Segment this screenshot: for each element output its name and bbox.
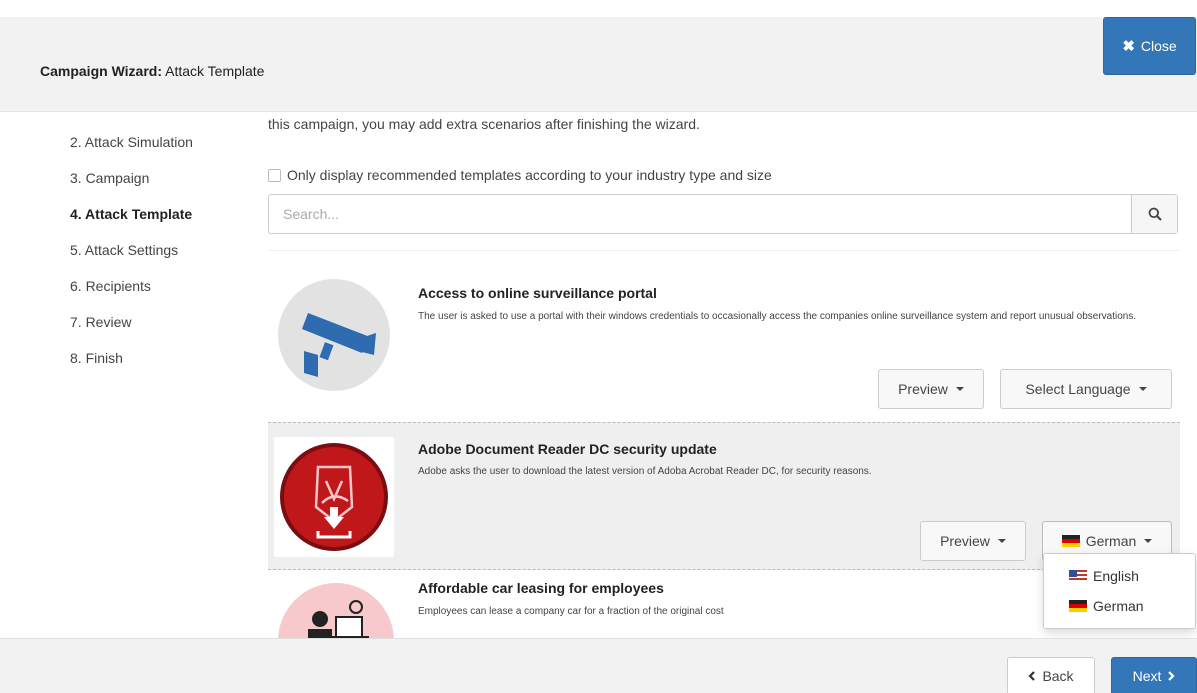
template-title: Affordable car leasing for employees [418,580,664,596]
caret-down-icon [1144,539,1153,543]
language-dropdown-menu: English German [1043,553,1196,629]
search-button[interactable] [1131,195,1177,233]
select-language-button[interactable]: Select Language [1000,369,1172,409]
chevron-left-icon [1028,671,1036,681]
us-flag-icon [1069,570,1087,582]
template-thumbnail [274,437,394,557]
page-title-prefix: Campaign Wizard: [40,63,162,79]
template-card-surveillance[interactable]: Access to online surveillance portal The… [268,250,1180,422]
wizard-footer: Back Next [0,638,1197,693]
close-button-label: Close [1140,38,1177,54]
language-option-english[interactable]: English [1069,568,1139,584]
intro-text: this campaign, you may add extra scenari… [268,116,700,132]
page-title: Campaign Wizard: Attack Template [40,63,264,79]
preview-button-label: Preview [898,381,948,397]
car-leasing-icon [278,583,394,638]
preview-dropdown-button[interactable]: Preview [878,369,984,409]
recommended-filter-label: Only display recommended templates accor… [287,167,772,183]
german-flag-icon [1069,600,1087,612]
back-button-label: Back [1042,668,1074,684]
search-input[interactable] [269,195,1131,233]
recommended-checkbox[interactable] [268,168,281,182]
sidebar-item-attack-settings[interactable]: 5. Attack Settings [70,242,178,258]
preview-button-label: Preview [940,533,990,549]
sidebar-item-campaign[interactable]: 3. Campaign [70,170,149,186]
language-option-german[interactable]: German [1069,598,1144,614]
recommended-filter[interactable]: Only display recommended templates accor… [268,167,772,183]
template-title: Adobe Document Reader DC security update [418,441,717,457]
close-button[interactable]: ✖ Close [1103,17,1196,75]
sidebar-item-recipients[interactable]: 6. Recipients [70,278,151,294]
chevron-right-icon [1168,671,1175,681]
back-button[interactable]: Back [1007,657,1095,693]
search-box [268,194,1178,234]
sidebar-item-finish[interactable]: 8. Finish [70,350,123,366]
sidebar-item-attack-simulation[interactable]: 2. Attack Simulation [70,134,193,150]
language-button-label: German [1085,533,1137,549]
top-strip [0,0,1197,17]
select-language-label: Select Language [1025,381,1131,397]
search-icon [1148,207,1162,221]
wizard-header: Campaign Wizard: Attack Template [0,17,1197,112]
close-icon: ✖ [1122,38,1135,55]
adobe-reader-icon [280,443,388,551]
next-button[interactable]: Next [1111,657,1197,693]
caret-down-icon [997,539,1006,543]
preview-dropdown-button[interactable]: Preview [920,521,1026,561]
sidebar-item-attack-template[interactable]: 4. Attack Template [70,206,192,222]
sidebar-item-review[interactable]: 7. Review [70,314,131,330]
caret-down-icon [1138,387,1147,391]
wizard-steps-sidebar: 2. Attack Simulation 3. Campaign 4. Atta… [0,112,262,638]
language-option-label: English [1093,568,1139,584]
german-flag-icon [1061,535,1080,547]
template-title: Access to online surveillance portal [418,285,657,301]
language-option-label: German [1093,598,1144,614]
template-description: The user is asked to use a portal with t… [418,311,1137,322]
next-button-label: Next [1132,668,1162,684]
page-title-step: Attack Template [162,63,265,79]
template-description: Adobe asks the user to download the late… [418,466,872,477]
camera-icon [278,279,390,391]
template-card-adobe-update[interactable]: Adobe Document Reader DC security update… [268,422,1180,570]
caret-down-icon [955,387,964,391]
